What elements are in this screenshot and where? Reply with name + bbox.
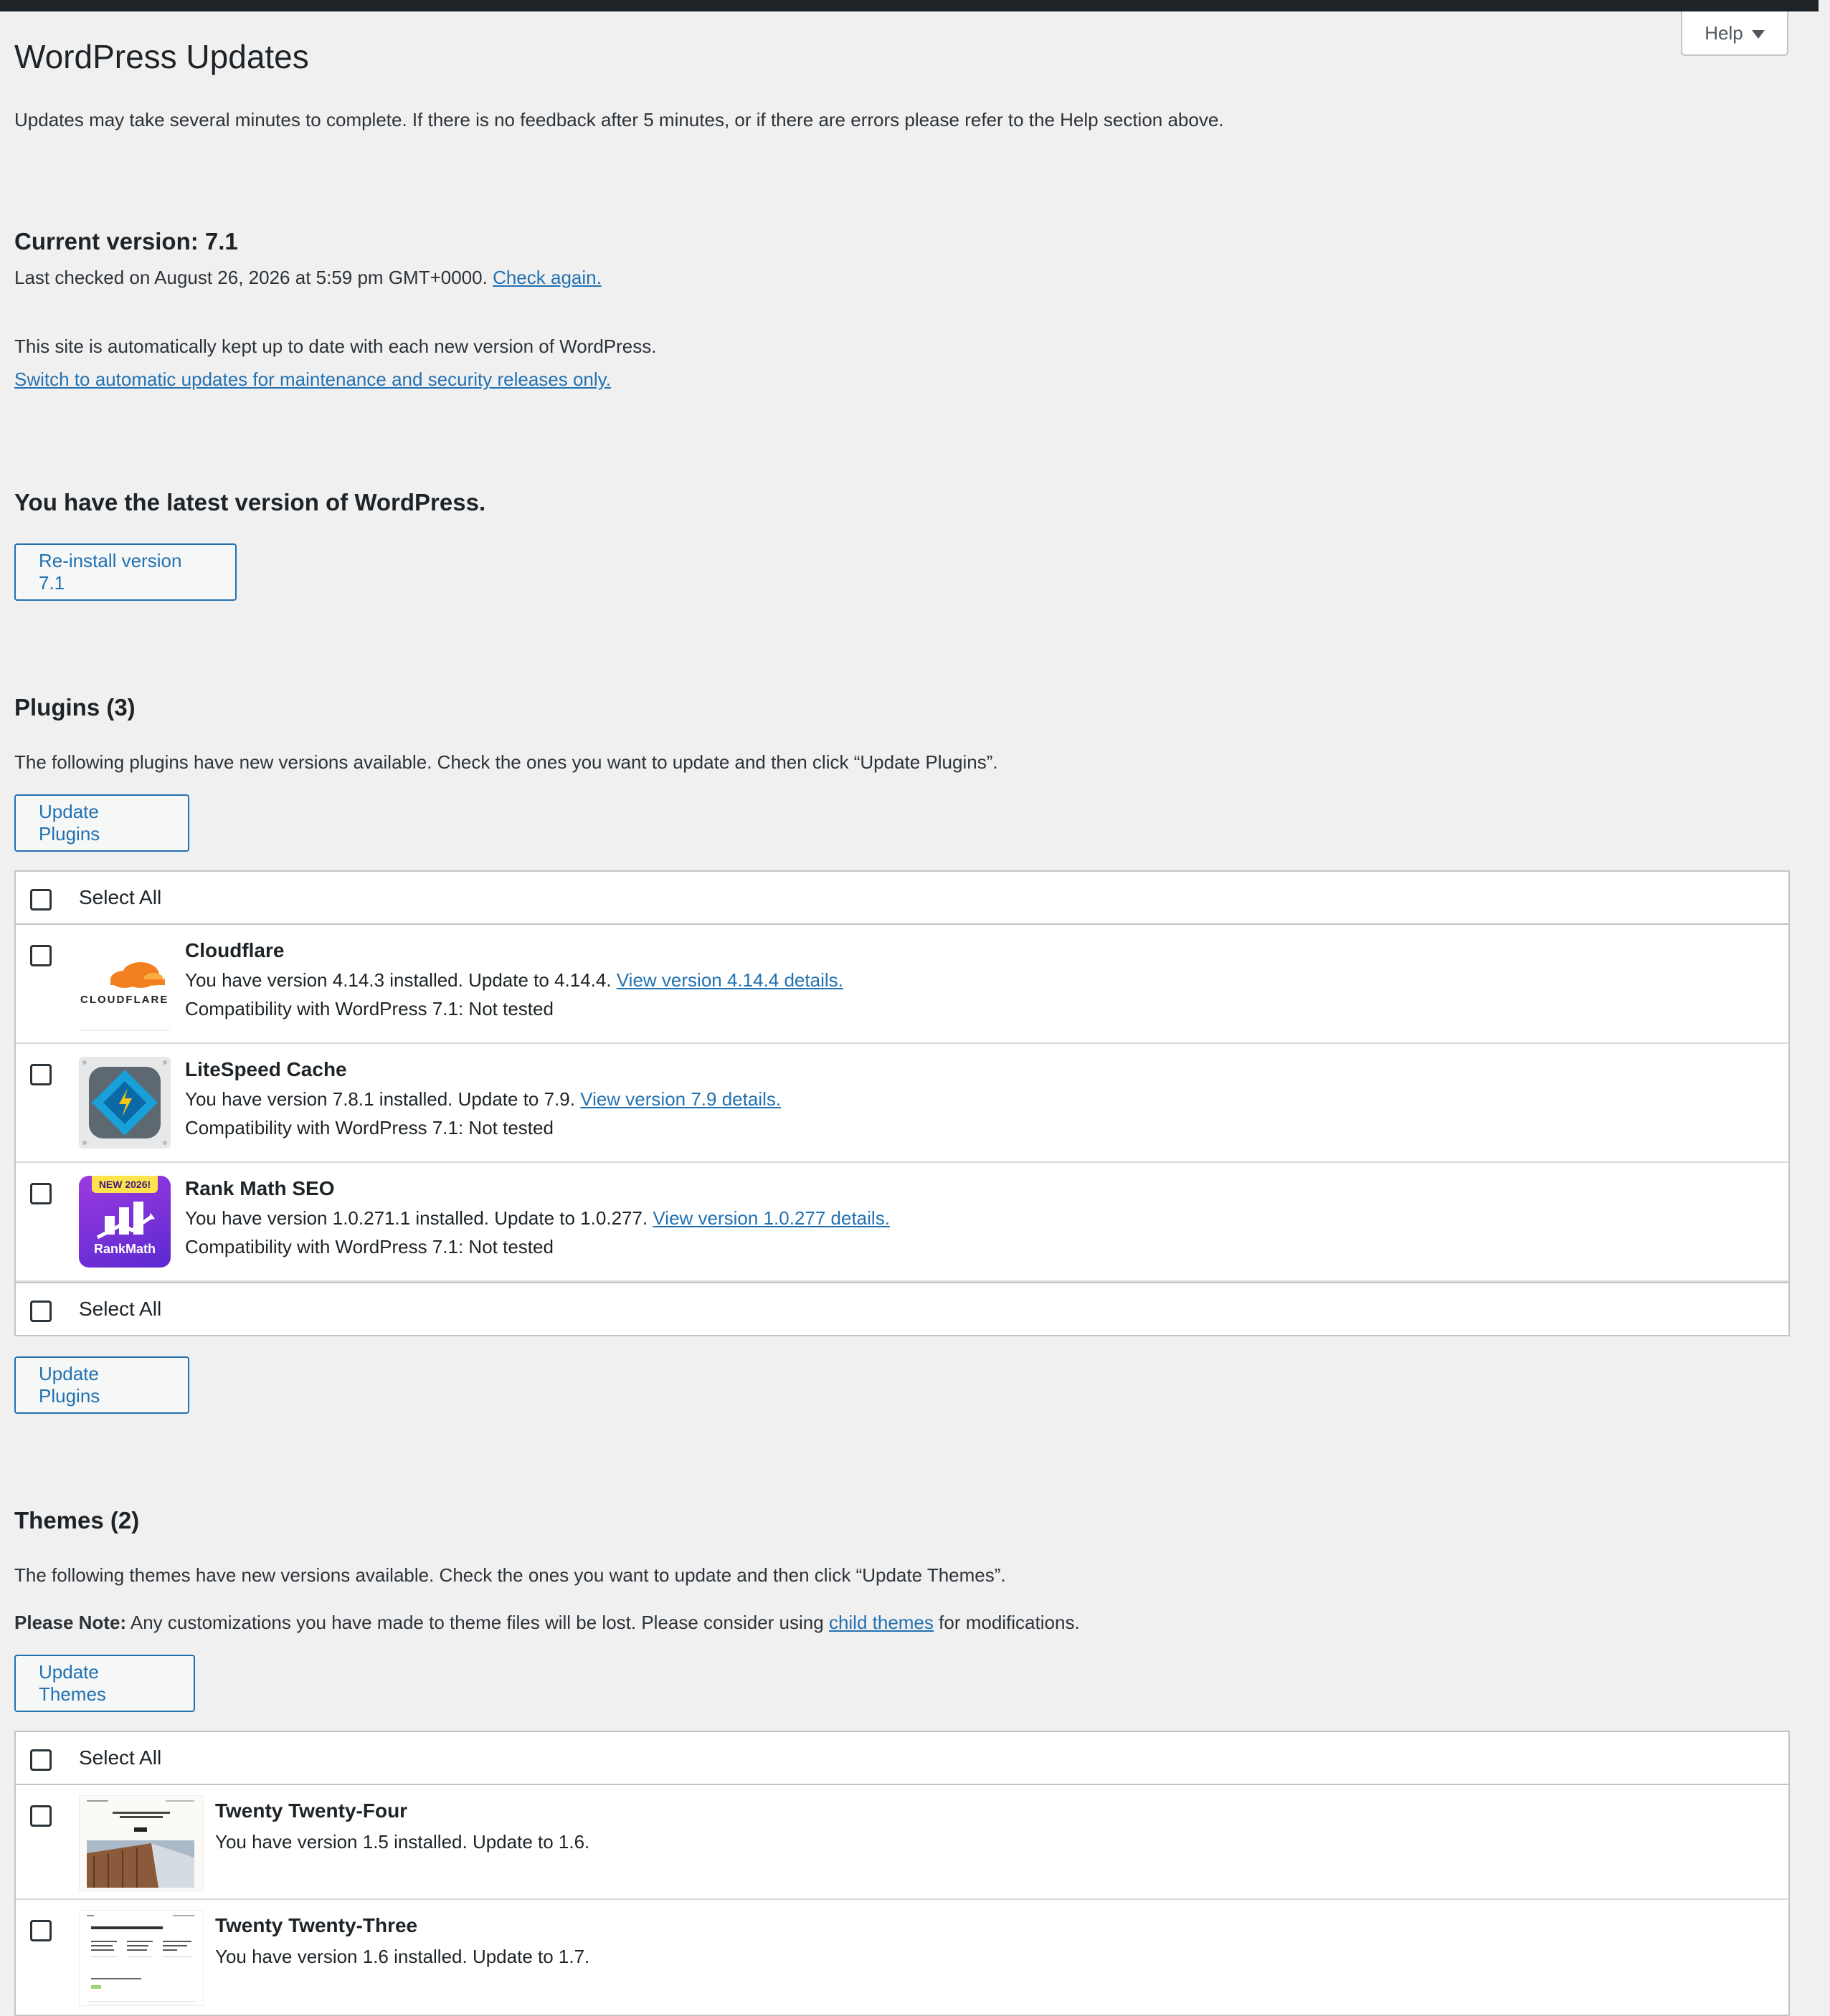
plugin-status-text: You have version 7.8.1 installed. Update… [185, 1088, 575, 1110]
current-version-heading: Current version: 7.1 [14, 228, 238, 255]
select-all-label: Select All [79, 1746, 162, 1769]
plugins-select-all-row: Select All [16, 872, 1788, 925]
plugin-row-rankmath: NEW 2026! RankMath Rank Math SEO You hav… [16, 1163, 1788, 1282]
plugin-details-link[interactable]: View version 4.14.4 details. [617, 969, 843, 991]
plugin-name: Rank Math SEO [185, 1177, 335, 1199]
theme-checkbox[interactable] [30, 1805, 52, 1827]
plugin-name: LiteSpeed Cache [185, 1058, 347, 1080]
reinstall-button[interactable]: Re-install version 7.1 [14, 543, 237, 601]
page-title: WordPress Updates [14, 38, 309, 75]
select-all-checkbox[interactable] [30, 889, 52, 910]
check-again-link[interactable]: Check again. [493, 267, 602, 288]
please-note-suffix: for modifications. [939, 1612, 1080, 1633]
plugin-row-cloudflare: CLOUDFLARE Cloudflare You have version 4… [16, 925, 1788, 1044]
themes-heading: Themes (2) [14, 1507, 140, 1534]
update-themes-button[interactable]: Update Themes [14, 1655, 195, 1712]
plugin-status: You have version 4.14.3 installed. Updat… [185, 969, 843, 992]
help-tab-button[interactable]: Help [1681, 11, 1788, 56]
update-plugins-button-top[interactable]: Update Plugins [14, 794, 189, 852]
plugin-compat: Compatibility with WordPress 7.1: Not te… [185, 1236, 554, 1257]
plugin-details-link[interactable]: View version 7.9 details. [580, 1088, 781, 1110]
plugins-heading: Plugins (3) [14, 694, 136, 721]
themes-note: Please Note: Any customizations you have… [14, 1610, 1080, 1635]
plugin-name: Cloudflare [185, 939, 285, 961]
plugin-row-litespeed: LiteSpeed Cache You have version 7.8.1 i… [16, 1044, 1788, 1163]
plugin-status: You have version 1.0.271.1 installed. Up… [185, 1207, 890, 1230]
plugin-details-link[interactable]: View version 1.0.277 details. [653, 1207, 890, 1229]
select-all-label: Select All [79, 1298, 162, 1320]
plugins-description: The following plugins have new versions … [14, 751, 998, 773]
auto-update-notice: This site is automatically kept up to da… [14, 336, 657, 357]
last-checked-label: Last checked on August 26, 2026 at 5:59 … [14, 267, 488, 288]
theme-name: Twenty Twenty-Four [215, 1799, 408, 1822]
themes-select-all-row: Select All [16, 1732, 1788, 1785]
plugins-table: Select All CLOUDFLARE Cloudflare You hav… [14, 870, 1790, 1336]
theme-screenshot [79, 1910, 204, 2006]
update-plugins-button-bottom[interactable]: Update Plugins [14, 1356, 189, 1414]
please-note-label: Please Note: [14, 1612, 127, 1633]
plugin-status-text: You have version 4.14.3 installed. Updat… [185, 969, 612, 991]
theme-row-twenty-twenty-four: Twenty Twenty-Four You have version 1.5 … [16, 1785, 1788, 1900]
theme-checkbox[interactable] [30, 1920, 52, 1941]
theme-row-twenty-twenty-three: Twenty Twenty-Three You have version 1.6… [16, 1900, 1788, 2015]
rankmath-logo-icon: NEW 2026! RankMath [79, 1176, 171, 1268]
plugin-compat: Compatibility with WordPress 7.1: Not te… [185, 998, 554, 1019]
cloudflare-logo-text: CLOUDFLARE [80, 994, 169, 1006]
select-all-checkbox[interactable] [30, 1749, 52, 1771]
plugins-select-all-footer: Select All [16, 1282, 1788, 1335]
select-all-label: Select All [79, 886, 162, 908]
theme-name: Twenty Twenty-Three [215, 1914, 418, 1936]
plugin-checkbox[interactable] [30, 945, 52, 966]
select-all-checkbox[interactable] [30, 1301, 52, 1322]
admin-toolbar [0, 0, 1819, 11]
plugin-status: You have version 7.8.1 installed. Update… [185, 1088, 781, 1111]
plugin-status-text: You have version 1.0.271.1 installed. Up… [185, 1207, 648, 1229]
theme-status: You have version 1.5 installed. Update t… [215, 1831, 590, 1853]
plugin-checkbox[interactable] [30, 1183, 52, 1204]
plugin-compat: Compatibility with WordPress 7.1: Not te… [185, 1117, 554, 1138]
intro-text: Updates may take several minutes to comp… [14, 109, 1224, 130]
last-checked-text: Last checked on August 26, 2026 at 5:59 … [14, 265, 602, 290]
switch-auto-updates-link[interactable]: Switch to automatic updates for maintena… [14, 367, 611, 391]
themes-description: The following themes have new versions a… [14, 1564, 1006, 1586]
plugin-checkbox[interactable] [30, 1064, 52, 1085]
cloudflare-logo-icon: CLOUDFLARE [79, 938, 171, 1031]
theme-screenshot [79, 1795, 204, 1891]
theme-status: You have version 1.6 installed. Update t… [215, 1946, 590, 1967]
litespeed-logo-icon [79, 1057, 171, 1149]
caret-down-icon [1751, 30, 1765, 39]
child-themes-link[interactable]: child themes [829, 1612, 934, 1633]
latest-version-heading: You have the latest version of WordPress… [14, 489, 486, 515]
rankmath-logo-text: RankMath [93, 1242, 156, 1256]
help-label: Help [1705, 22, 1743, 44]
please-note-text: Any customizations you have made to them… [130, 1612, 824, 1633]
themes-table: Select All Twenty Twenty-Four You have v… [14, 1731, 1790, 2016]
